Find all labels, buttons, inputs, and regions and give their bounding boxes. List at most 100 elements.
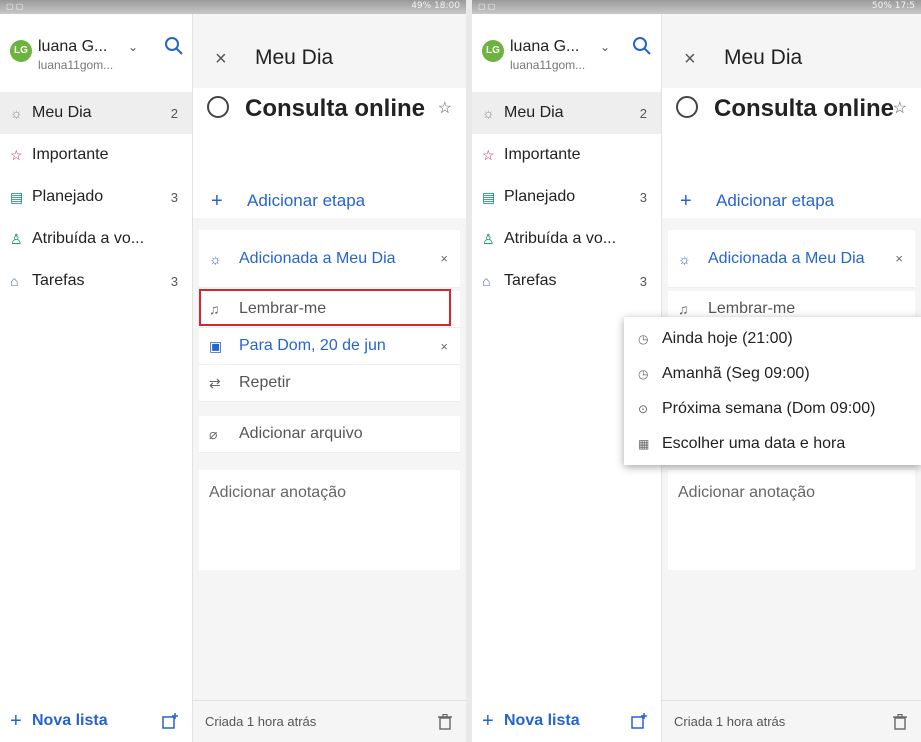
task-block: Consulta online ☆ + Adicionar etapa	[662, 88, 921, 218]
clock-forward-icon: ⊙	[638, 401, 649, 416]
search-icon[interactable]	[164, 36, 184, 56]
remove-my-day-icon[interactable]: ×	[895, 251, 903, 266]
add-note-field[interactable]: Adicionar anotação	[199, 470, 460, 570]
search-icon[interactable]	[632, 36, 652, 56]
new-group-icon[interactable]	[631, 713, 647, 729]
reminder-option-later-today[interactable]: ◷ Ainda hoje (21:00)	[624, 321, 921, 356]
task-block: Consulta online ☆ + Adicionar etapa	[193, 88, 466, 218]
calendar-icon: ▤	[10, 188, 24, 205]
my-day-card: ☼ Adicionada a Meu Dia ×	[199, 230, 460, 288]
new-group-icon[interactable]	[162, 713, 178, 729]
detail-header: × Meu Dia	[662, 42, 921, 78]
star-icon[interactable]: ☆	[438, 98, 452, 118]
star-icon[interactable]: ☆	[893, 98, 907, 118]
sidebar-item-atribuida[interactable]: ♙ Atribuída a vo...	[472, 218, 661, 260]
reminder-menu: ◷ Ainda hoje (21:00) ◷ Amanhã (Seg 09:00…	[624, 317, 921, 465]
new-list-button[interactable]: + Nova lista	[472, 700, 661, 742]
sidebar-item-label: Tarefas	[504, 272, 557, 289]
add-step-button[interactable]: + Adicionar etapa	[193, 184, 466, 218]
sun-icon: ☼	[482, 105, 495, 121]
sidebar-item-planejado[interactable]: ▤ Planejado 3	[0, 176, 192, 218]
sun-icon: ☼	[678, 250, 691, 267]
status-battery-time: 49% 18:00	[411, 1, 460, 11]
due-date-row[interactable]: ▣ Para Dom, 20 de jun ×	[199, 328, 460, 365]
trash-icon[interactable]	[438, 713, 452, 730]
sidebar-item-label: Atribuída a vo...	[32, 230, 145, 247]
due-date-label: Para Dom, 20 de jun	[239, 337, 386, 354]
sidebar-item-meu-dia[interactable]: ☼ Meu Dia 2	[0, 92, 192, 134]
detail-footer: Criada 1 hora atrás	[662, 700, 921, 742]
account-switcher[interactable]: LG luana G... ⌄ luana11gom...	[482, 36, 662, 76]
trash-icon[interactable]	[893, 713, 907, 730]
avatar[interactable]: LG	[10, 40, 32, 62]
sidebar-item-count: 3	[639, 189, 647, 205]
remove-my-day-icon[interactable]: ×	[440, 251, 448, 266]
bell-icon: ♫	[678, 301, 689, 317]
sidebar-item-count: 3	[170, 273, 178, 289]
new-list-button[interactable]: + Nova lista	[0, 700, 192, 742]
sidebar-item-count: 3	[170, 189, 178, 205]
close-icon[interactable]: ×	[215, 48, 227, 71]
sidebar-nav: ☼ Meu Dia 2 ☆ Importante ▤ Planejado 3 ♙…	[0, 92, 192, 302]
add-step-button[interactable]: + Adicionar etapa	[662, 184, 921, 218]
add-file-label: Adicionar arquivo	[239, 425, 363, 442]
reminder-option-label: Próxima semana (Dom 09:00)	[662, 399, 876, 417]
status-battery-time: 50% 17:5	[871, 1, 915, 11]
person-icon: ♙	[10, 230, 23, 247]
sidebar-item-meu-dia[interactable]: ☼ Meu Dia 2	[472, 92, 661, 134]
detail-footer: Criada 1 hora atrás	[193, 700, 466, 742]
status-notification-icons: ▢ ▢	[6, 2, 24, 11]
sidebar-item-importante[interactable]: ☆ Importante	[0, 134, 192, 176]
sidebar-item-count: 2	[639, 105, 647, 121]
sidebar-item-label: Importante	[504, 146, 581, 163]
task-title[interactable]: Consulta online	[245, 92, 435, 126]
sidebar-item-label: Meu Dia	[32, 104, 92, 121]
clock-icon: ◷	[638, 331, 649, 346]
sidebar-item-label: Atribuída a vo...	[504, 230, 617, 247]
add-step-label: Adicionar etapa	[247, 191, 366, 210]
remove-due-date-icon[interactable]: ×	[440, 339, 448, 354]
added-to-my-day-label: Adicionada a Meu Dia	[239, 249, 396, 267]
account-name: luana G...	[38, 38, 108, 55]
reminder-option-label: Amanhã (Seg 09:00)	[662, 364, 810, 382]
complete-task-checkbox[interactable]	[207, 96, 229, 118]
added-to-my-day-row[interactable]: ☼ Adicionada a Meu Dia ×	[199, 230, 460, 288]
calendar-icon: ▣	[209, 337, 223, 354]
status-bar: ▢ ▢ 50% 17:5	[472, 0, 921, 14]
added-to-my-day-row[interactable]: ☼ Adicionada a Meu Dia ×	[668, 230, 915, 288]
chevron-down-icon[interactable]: ⌄	[128, 40, 138, 54]
sidebar-item-atribuida[interactable]: ♙ Atribuída a vo...	[0, 218, 192, 260]
chevron-down-icon[interactable]: ⌄	[600, 40, 610, 54]
complete-task-checkbox[interactable]	[676, 96, 698, 118]
reminder-option-pick-date[interactable]: ▦ Escolher uma data e hora	[624, 426, 921, 461]
detail-title: Meu Dia	[255, 46, 334, 69]
account-switcher[interactable]: LG luana G... ⌄ luana11gom...	[10, 36, 190, 76]
add-file-row[interactable]: ⌀ Adicionar arquivo	[199, 416, 460, 453]
repeat-row[interactable]: ⇄ Repetir	[199, 365, 460, 402]
add-note-field[interactable]: Adicionar anotação	[668, 470, 915, 570]
close-icon[interactable]: ×	[684, 48, 696, 71]
detail-title: Meu Dia	[724, 46, 803, 69]
person-icon: ♙	[482, 230, 495, 247]
status-notification-icons: ▢ ▢	[478, 2, 496, 11]
sidebar-nav: ☼ Meu Dia 2 ☆ Importante ▤ Planejado 3 ♙…	[472, 92, 661, 302]
added-to-my-day-label: Adicionada a Meu Dia	[708, 249, 865, 267]
sidebar-item-tarefas[interactable]: ⌂ Tarefas 3	[472, 260, 661, 302]
avatar[interactable]: LG	[482, 40, 504, 62]
home-icon: ⌂	[10, 273, 19, 289]
task-title[interactable]: Consulta online	[714, 92, 904, 126]
reminder-option-tomorrow[interactable]: ◷ Amanhã (Seg 09:00)	[624, 356, 921, 391]
sidebar-item-planejado[interactable]: ▤ Planejado 3	[472, 176, 661, 218]
reminder-option-next-week[interactable]: ⊙ Próxima semana (Dom 09:00)	[624, 391, 921, 426]
sidebar-item-label: Tarefas	[32, 272, 85, 289]
sidebar-item-importante[interactable]: ☆ Importante	[472, 134, 661, 176]
new-list-label: Nova lista	[504, 712, 580, 729]
sidebar-item-tarefas[interactable]: ⌂ Tarefas 3	[0, 260, 192, 302]
sidebar-item-label: Planejado	[504, 188, 576, 205]
account-email: luana11gom...	[510, 58, 586, 72]
clock-icon: ◷	[638, 366, 649, 381]
paperclip-icon: ⌀	[209, 425, 218, 442]
reminder-option-label: Escolher uma data e hora	[662, 434, 846, 452]
sidebar: LG luana G... ⌄ luana11gom... ☼ Meu Dia …	[0, 14, 193, 742]
calendar-clock-icon: ▦	[638, 436, 650, 451]
